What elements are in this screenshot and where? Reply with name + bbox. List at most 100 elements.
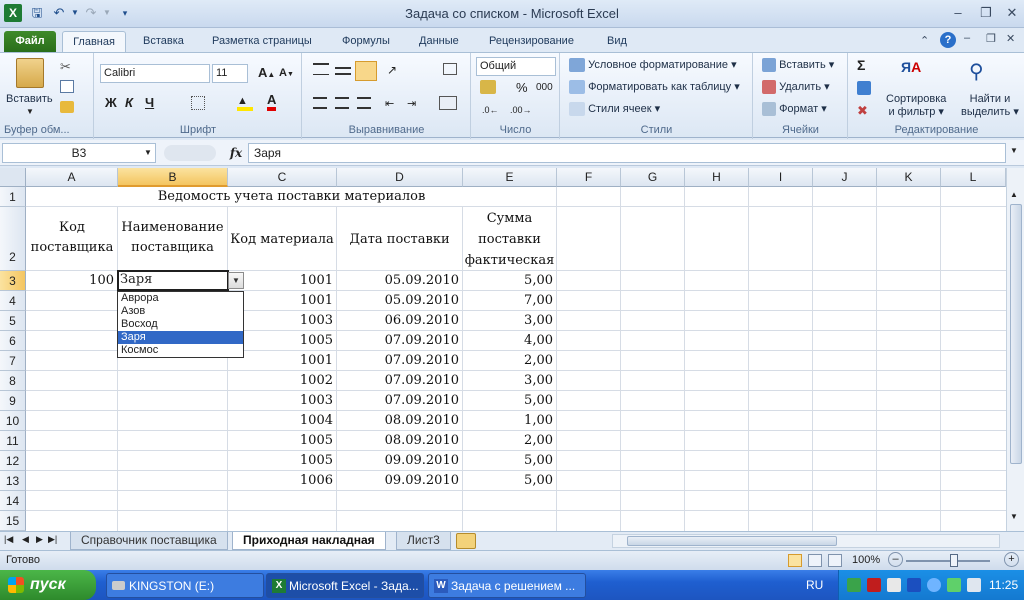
font-color-icon[interactable]: A xyxy=(267,93,277,111)
cell-d8[interactable]: 07.09.2010 xyxy=(337,371,462,390)
header-supplier-name[interactable]: Наименование поставщика xyxy=(118,218,227,258)
autosum-button[interactable]: Σ xyxy=(857,57,865,73)
delete-cells-button[interactable]: Удалить ▾ xyxy=(762,80,830,95)
fill-icon[interactable] xyxy=(857,81,871,95)
doc-minimize-button[interactable]: – xyxy=(964,32,970,44)
cell-c6[interactable]: 1005 xyxy=(228,331,336,350)
header-material-code[interactable]: Код материала xyxy=(228,230,336,250)
tray-globe-icon[interactable] xyxy=(927,578,941,592)
cell-c7[interactable]: 1001 xyxy=(228,351,336,370)
cell-e10[interactable]: 1,00 xyxy=(463,411,556,430)
row-header-10[interactable]: 10 xyxy=(0,411,26,431)
paste-dropdown-icon[interactable]: ▼ xyxy=(26,107,34,116)
cell-d3[interactable]: 05.09.2010 xyxy=(337,271,462,290)
underline-button[interactable]: Ч xyxy=(145,95,154,110)
zoom-out-icon[interactable]: – xyxy=(888,552,903,567)
zoom-in-icon[interactable]: + xyxy=(1004,552,1019,567)
zoom-slider-track[interactable] xyxy=(906,560,990,562)
cell-d6[interactable]: 07.09.2010 xyxy=(337,331,462,350)
row-header-9[interactable]: 9 xyxy=(0,391,26,411)
cell-c11[interactable]: 1005 xyxy=(228,431,336,450)
cell-c3[interactable]: 1001 xyxy=(228,271,336,290)
conditional-formatting-button[interactable]: Условное форматирование ▾ xyxy=(569,58,737,73)
row-header-5[interactable]: 5 xyxy=(0,311,26,331)
row-header-7[interactable]: 7 xyxy=(0,351,26,371)
tab-formulas[interactable]: Формулы xyxy=(333,31,399,52)
taskbar-item-word[interactable]: W Задача с решением ... xyxy=(428,573,586,598)
tab-home[interactable]: Главная xyxy=(62,31,126,52)
row-header-1[interactable]: 1 xyxy=(0,187,26,207)
column-header-f[interactable]: F xyxy=(557,168,621,187)
tab-file[interactable]: Файл xyxy=(4,31,56,52)
scroll-thumb[interactable] xyxy=(1010,204,1022,464)
page-layout-view-icon[interactable] xyxy=(808,554,822,567)
doc-close-button[interactable]: ✕ xyxy=(1006,32,1015,45)
dropdown-option-selected[interactable]: Заря xyxy=(118,331,243,344)
tab-view[interactable]: Вид xyxy=(598,31,636,52)
cell-c12[interactable]: 1005 xyxy=(228,451,336,470)
cell-c4[interactable]: 1001 xyxy=(228,291,336,310)
column-header-k[interactable]: K xyxy=(877,168,941,187)
cell-e7[interactable]: 2,00 xyxy=(463,351,556,370)
cell-d11[interactable]: 08.09.2010 xyxy=(337,431,462,450)
cell-c13[interactable]: 1006 xyxy=(228,471,336,490)
insert-cells-button[interactable]: Вставить ▾ xyxy=(762,58,834,73)
column-header-l[interactable]: L xyxy=(941,168,1006,187)
dropdown-option[interactable]: Восход xyxy=(118,318,243,331)
insert-sheet-icon[interactable] xyxy=(456,533,476,549)
row-header-4[interactable]: 4 xyxy=(0,291,26,311)
row-header-12[interactable]: 12 xyxy=(0,451,26,471)
shrink-font-icon[interactable]: A▼ xyxy=(279,67,294,79)
find-select-button[interactable]: Найти и выделить ▾ xyxy=(961,93,1019,119)
copy-icon[interactable] xyxy=(60,80,74,93)
sheet-tab-suppliers[interactable]: Справочник поставщика xyxy=(70,532,228,550)
cell-styles-button[interactable]: Стили ячеек ▾ xyxy=(569,102,660,117)
row-header-15[interactable]: 15 xyxy=(0,511,26,531)
cell-b3-active[interactable]: Заря xyxy=(117,270,229,291)
column-header-h[interactable]: H xyxy=(685,168,749,187)
taskbar-item-excel[interactable]: X Microsoft Excel - Зада... xyxy=(266,573,424,598)
italic-button[interactable]: К xyxy=(125,95,133,110)
cell-a3[interactable]: 100 xyxy=(27,271,117,290)
column-header-g[interactable]: G xyxy=(621,168,685,187)
currency-icon[interactable] xyxy=(480,80,496,94)
row-header-11[interactable]: 11 xyxy=(0,431,26,451)
increase-indent-icon[interactable]: ⇥ xyxy=(407,97,416,110)
hscroll-thumb[interactable] xyxy=(627,536,837,546)
scroll-up-icon[interactable]: ▲ xyxy=(1010,190,1018,199)
fill-color-icon[interactable]: ▲ xyxy=(237,95,253,111)
row-header-2[interactable]: 2 xyxy=(0,207,26,271)
start-button[interactable]: пуск xyxy=(0,570,96,600)
horizontal-scrollbar[interactable] xyxy=(612,534,1000,548)
tray-app-icon[interactable] xyxy=(887,578,901,592)
tray-network-icon[interactable] xyxy=(847,578,861,592)
sort-filter-button[interactable]: Сортировка и фильтр ▾ xyxy=(886,93,946,119)
merge-center-icon[interactable] xyxy=(439,96,457,110)
wrap-text-icon[interactable] xyxy=(443,63,457,75)
header-supplier-code[interactable]: Код поставщика xyxy=(27,218,117,258)
cell-e13[interactable]: 5,00 xyxy=(463,471,556,490)
cell-e12[interactable]: 5,00 xyxy=(463,451,556,470)
tab-data[interactable]: Данные xyxy=(410,31,468,52)
font-size-combo[interactable]: 11 xyxy=(212,64,248,83)
thousands-button[interactable]: 000 xyxy=(536,82,553,93)
cell-d7[interactable]: 07.09.2010 xyxy=(337,351,462,370)
dropdown-option[interactable]: Аврора xyxy=(118,292,243,305)
orientation-icon[interactable]: ↗ xyxy=(387,63,397,77)
column-header-d[interactable]: D xyxy=(337,168,463,187)
prev-sheet-icon[interactable]: ◀ xyxy=(22,534,29,545)
cell-e6[interactable]: 4,00 xyxy=(463,331,556,350)
increase-decimal-icon[interactable]: .0← xyxy=(482,105,499,115)
name-box-dropdown-icon[interactable]: ▼ xyxy=(144,148,152,157)
formula-input[interactable]: Заря xyxy=(248,143,1006,163)
column-header-e[interactable]: E xyxy=(463,168,557,187)
cell-c8[interactable]: 1002 xyxy=(228,371,336,390)
dropdown-option[interactable]: Азов xyxy=(118,305,243,318)
decrease-decimal-icon[interactable]: .00→ xyxy=(510,105,532,115)
cell-d13[interactable]: 09.09.2010 xyxy=(337,471,462,490)
bold-button[interactable]: Ж xyxy=(105,95,117,110)
cell-e8[interactable]: 3,00 xyxy=(463,371,556,390)
tab-review[interactable]: Рецензирование xyxy=(480,31,583,52)
cell-d12[interactable]: 09.09.2010 xyxy=(337,451,462,470)
find-select-icon[interactable]: ⚲ xyxy=(969,59,995,85)
